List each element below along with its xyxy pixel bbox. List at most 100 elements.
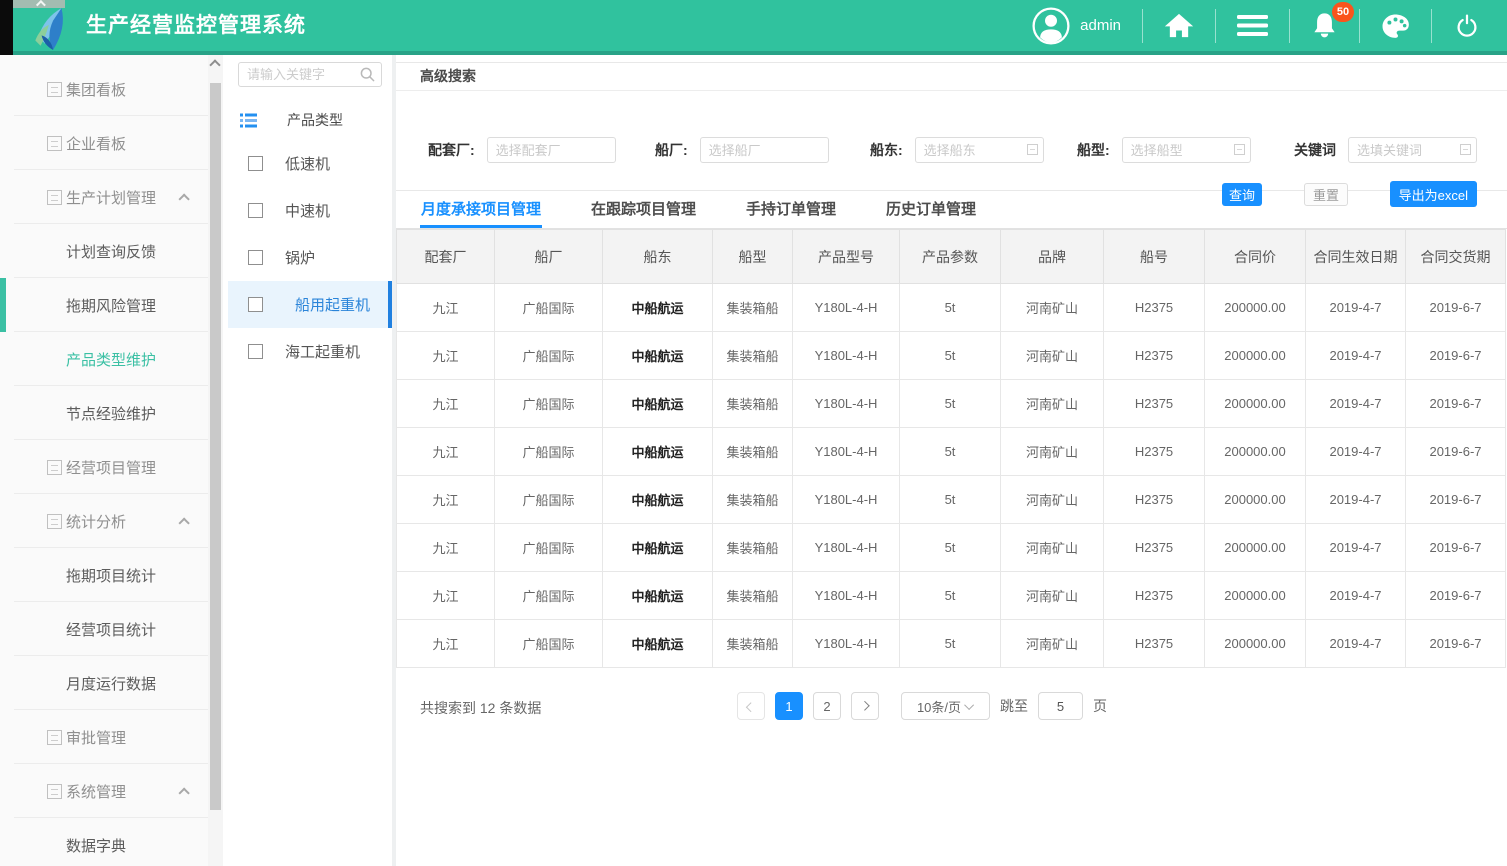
home-button[interactable] <box>1164 12 1194 39</box>
prev-page-button[interactable] <box>737 692 765 720</box>
sidebar-item-统计分析[interactable]: 统计分析 <box>0 494 208 548</box>
tree-item-label: 中速机 <box>285 200 330 221</box>
table-row[interactable]: 九江广船国际中船航运集装箱船Y180L-4-H5t河南矿山H2375200000… <box>397 332 1506 380</box>
tab-在跟踪项目管理[interactable]: 在跟踪项目管理 <box>590 191 697 228</box>
username-label[interactable]: admin <box>1080 17 1121 34</box>
tab-月度承接项目管理[interactable]: 月度承接项目管理 <box>420 191 542 228</box>
page-button-1[interactable]: 1 <box>775 692 803 720</box>
sidebar-item-拖期风险管理[interactable]: 拖期风险管理 <box>0 278 208 332</box>
table-cell: 5t <box>900 620 1001 668</box>
tab-历史订单管理[interactable]: 历史订单管理 <box>885 191 977 228</box>
table-cell: 中船航运 <box>603 620 713 668</box>
chevron-up-icon <box>178 193 189 204</box>
tree-item-label: 海工起重机 <box>285 341 360 362</box>
table-cell: 中船航运 <box>603 332 713 380</box>
sidebar-item-label: 集团看板 <box>66 79 126 100</box>
sidebar-item-经营项目管理[interactable]: 经营项目管理 <box>0 440 208 494</box>
tree-item-锅炉[interactable]: 锅炉 <box>228 234 392 281</box>
sidebar-item-label: 企业看板 <box>66 133 126 154</box>
table-cell: 集装箱船 <box>713 428 793 476</box>
page-button-2[interactable]: 2 <box>813 692 841 720</box>
table-cell: 中船航运 <box>603 572 713 620</box>
sidebar-item-生产计划管理[interactable]: 生产计划管理 <box>0 170 208 224</box>
table-cell: H2375 <box>1104 620 1205 668</box>
table-row[interactable]: 九江广船国际中船航运集装箱船Y180L-4-H5t河南矿山H2375200000… <box>397 620 1506 668</box>
sidebar-item-月度运行数据[interactable]: 月度运行数据 <box>0 656 208 710</box>
sidebar-item-拖期项目统计[interactable]: 拖期项目统计 <box>0 548 208 602</box>
table-cell: 广船国际 <box>495 428 603 476</box>
field-input[interactable] <box>1348 137 1477 163</box>
export-excel-button[interactable]: 导出为excel <box>1390 181 1477 207</box>
app: 生产经营监控管理系统 admin <box>0 0 1507 866</box>
search-field: 配套厂: <box>428 137 616 163</box>
field-input[interactable] <box>487 137 616 163</box>
table-row[interactable]: 九江广船国际中船航运集装箱船Y180L-4-H5t河南矿山H2375200000… <box>397 428 1506 476</box>
table-row[interactable]: 九江广船国际中船航运集装箱船Y180L-4-H5t河南矿山H2375200000… <box>397 476 1506 524</box>
sidebar-item-经营项目统计[interactable]: 经营项目统计 <box>0 602 208 656</box>
jump-page-input[interactable] <box>1038 692 1083 720</box>
tree-root-node[interactable]: 产品类型 <box>228 100 392 140</box>
table-cell: 集装箱船 <box>713 524 793 572</box>
sidebar-item-集团看板[interactable]: 集团看板 <box>0 62 208 116</box>
sidebar-scrollbar[interactable] <box>208 55 223 866</box>
table-cell: 中船航运 <box>603 284 713 332</box>
sidebar-item-审批管理[interactable]: 审批管理 <box>0 710 208 764</box>
notification-badge: 50 <box>1332 2 1354 22</box>
missing-glyph-icon <box>47 82 62 97</box>
table-cell: 集装箱船 <box>713 476 793 524</box>
search-icon[interactable] <box>360 67 375 82</box>
table-cell: 九江 <box>397 332 495 380</box>
table-cell: 九江 <box>397 428 495 476</box>
table-row[interactable]: 九江广船国际中船航运集装箱船Y180L-4-H5t河南矿山H2375200000… <box>397 572 1506 620</box>
chevron-left-icon <box>745 702 755 712</box>
user-avatar-icon <box>1032 7 1070 45</box>
sidebar-item-数据字典[interactable]: 数据字典 <box>0 818 208 866</box>
field-input[interactable] <box>1122 137 1251 163</box>
table-cell: 200000.00 <box>1205 284 1306 332</box>
sidebar-item-系统管理[interactable]: 系统管理 <box>0 764 208 818</box>
table-cell: Y180L-4-H <box>793 428 900 476</box>
missing-glyph-icon <box>47 136 62 151</box>
sidebar-item-节点经验维护[interactable]: 节点经验维护 <box>0 386 208 440</box>
table-cell: H2375 <box>1104 284 1205 332</box>
query-button[interactable]: 查询 <box>1222 183 1262 206</box>
field-input[interactable] <box>700 137 829 163</box>
table-cell: 200000.00 <box>1205 572 1306 620</box>
table-cell: 2019-6-7 <box>1406 572 1506 620</box>
table-cell: Y180L-4-H <box>793 332 900 380</box>
scrollbar-thumb[interactable] <box>210 83 221 810</box>
orders-table: 配套厂船厂船东船型产品型号产品参数品牌船号合同价合同生效日期合同交货期九江广船国… <box>396 229 1506 668</box>
table-cell: 集装箱船 <box>713 572 793 620</box>
sidebar-item-产品类型维护[interactable]: 产品类型维护 <box>0 332 208 386</box>
list-icon <box>240 113 257 128</box>
field-input-wrap <box>915 137 1044 163</box>
sidebar-item-企业看板[interactable]: 企业看板 <box>0 116 208 170</box>
picker-icon <box>1234 144 1245 155</box>
missing-glyph-icon <box>47 514 62 529</box>
table-cell: 5t <box>900 284 1001 332</box>
sidebar-item-label: 审批管理 <box>66 727 126 748</box>
table-row[interactable]: 九江广船国际中船航运集装箱船Y180L-4-H5t河南矿山H2375200000… <box>397 524 1506 572</box>
field-input-wrap <box>1122 137 1251 163</box>
menu-button[interactable] <box>1237 13 1268 38</box>
header-separator <box>1289 9 1290 43</box>
logout-button[interactable] <box>1453 12 1481 40</box>
tree-item-船用起重机[interactable]: 船用起重机 <box>228 281 392 328</box>
scroll-up-icon[interactable] <box>209 59 220 70</box>
field-input[interactable] <box>915 137 1044 163</box>
next-page-button[interactable] <box>851 692 879 720</box>
tree-item-低速机[interactable]: 低速机 <box>228 140 392 187</box>
tab-手持订单管理[interactable]: 手持订单管理 <box>745 191 837 228</box>
table-cell: 集装箱船 <box>713 620 793 668</box>
notifications-button[interactable]: 50 <box>1311 11 1338 40</box>
sidebar-item-计划查询反馈[interactable]: 计划查询反馈 <box>0 224 208 278</box>
reset-button[interactable]: 重置 <box>1304 183 1348 206</box>
theme-button[interactable] <box>1381 13 1410 39</box>
avatar[interactable] <box>1032 7 1070 45</box>
tree-item-海工起重机[interactable]: 海工起重机 <box>228 328 392 375</box>
tree-item-中速机[interactable]: 中速机 <box>228 187 392 234</box>
table-row[interactable]: 九江广船国际中船航运集装箱船Y180L-4-H5t河南矿山H2375200000… <box>397 284 1506 332</box>
page-size-select[interactable]: 10条/页 <box>901 692 990 720</box>
table-row[interactable]: 九江广船国际中船航运集装箱船Y180L-4-H5t河南矿山H2375200000… <box>397 380 1506 428</box>
page-size-value: 10条/页 <box>917 697 961 716</box>
